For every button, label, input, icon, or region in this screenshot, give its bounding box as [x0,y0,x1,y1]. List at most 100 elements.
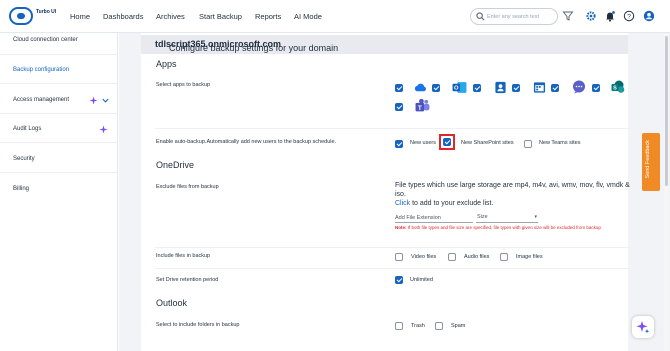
app-checkbox-sharepoint[interactable] [395,103,403,111]
trash-label: Trash [411,323,425,329]
unlimited-retention-checkbox[interactable] [395,276,403,284]
new-sharepoint-sites-label: New SharePoint sites [461,140,514,146]
search-input[interactable] [487,12,555,22]
image-files-checkbox[interactable] [500,253,508,261]
trash-checkbox[interactable] [395,322,403,330]
new-users-checkbox[interactable] [395,140,403,148]
search-box[interactable] [470,8,558,25]
svg-text:S: S [613,86,617,92]
size-select[interactable]: Size ▾ [476,213,538,223]
svg-text:O: O [454,86,459,92]
new-users-label: New users [410,140,436,146]
sidebar-item-backup-configuration[interactable]: Backup configuration [13,67,69,73]
video-files-checkbox[interactable] [395,253,403,261]
chevron-down-icon[interactable] [101,96,110,105]
page-title-prefix: Configure backup settings for your domai… [169,43,339,53]
teams-icon: T [415,98,430,112]
sidebar-item-cloud-connection-center[interactable]: Cloud connection center [13,37,78,43]
settings-icon[interactable] [585,10,597,22]
onedrive-icon [414,83,426,92]
select-apps-label: Select apps to backup [156,82,211,88]
large-file-info-text: File types which use large storage are m… [395,182,630,198]
sharepoint-icon: S [611,80,625,93]
video-files-label: Video files [411,254,437,260]
file-extension-input[interactable] [395,213,473,223]
nav-dashboards[interactable]: Dashboards [103,12,143,21]
outlook-icon: O [452,82,467,93]
spam-checkbox[interactable] [435,322,443,330]
image-files-label: Image files [516,254,543,260]
calendar-icon [533,82,546,93]
sidebar-divider [0,142,118,143]
outlook-section-title: Outlook [156,298,188,308]
page-title: Configure backup settings for your domai… [155,39,338,53]
search-icon [476,12,485,21]
new-teams-sites-checkbox[interactable] [524,140,532,148]
filter-icon[interactable] [562,10,574,22]
app-checkbox-outlook[interactable] [432,84,440,92]
nav-archives[interactable]: Archives [156,12,185,21]
svg-text:T: T [418,105,422,112]
exclude-click-link[interactable]: Click [395,200,410,207]
row-divider [155,247,630,248]
nav-reports[interactable]: Reports [255,12,281,21]
sidebar-item-audit-logs[interactable]: Audit Logs [13,126,41,132]
page-scrollbar[interactable] [664,34,669,351]
nav-start-backup[interactable]: Start Backup [199,12,242,21]
drive-retention-label: Set Drive retention period [156,277,219,283]
sidebar: Cloud connection center Backup configura… [0,33,118,351]
sidebar-item-billing[interactable]: Billing [13,186,29,192]
help-icon[interactable]: ? [623,10,635,22]
app-checkbox-outlook-mail[interactable] [473,84,481,92]
include-folders-label: Select to include folders in backup [156,322,240,328]
exclude-link-rest: to add to your exclude list. [410,200,494,207]
sidebar-divider [0,113,118,114]
svg-text:?: ? [627,13,631,20]
send-feedback-tab[interactable]: Send Feedback [642,133,660,191]
send-feedback-label: Send Feedback [645,140,651,179]
sidebar-divider [0,54,118,55]
new-sharepoint-sites-checkbox[interactable] [443,138,451,146]
scrollbar-thumb[interactable] [665,36,668,186]
chevron-down-icon: ▾ [534,214,537,220]
row-divider [155,128,630,129]
ai-sparkle-icon [636,321,650,334]
app-checkbox-onedrive[interactable] [395,84,403,92]
chat-icon [573,80,585,94]
size-select-value: Size [477,214,488,220]
app-checkbox-contacts[interactable] [512,84,520,92]
sidebar-divider [0,172,118,173]
cloud-logo-icon [9,7,33,25]
nav-home[interactable]: Home [70,12,90,21]
nav-ai-mode[interactable]: AI Mode [294,12,322,21]
note-label: Note: [395,225,407,230]
new-teams-sites-label: New Teams sites [539,140,581,146]
audio-files-label: Audio files [464,254,490,260]
ai-assistant-button[interactable] [632,316,654,338]
ai-sparkle-icon [99,125,108,134]
contacts-icon [495,81,506,94]
brand-name: Turbo UI [36,9,57,15]
sidebar-divider [0,83,118,84]
audio-files-checkbox[interactable] [448,253,456,261]
include-files-label: Include files in backup [156,253,211,259]
bell-icon[interactable] [604,10,616,22]
spam-label: Spam [451,323,466,329]
large-file-info: File types which use large storage are m… [395,181,630,208]
sidebar-item-security[interactable]: Security [13,156,35,162]
note-text: If both file types and file size are spe… [406,225,603,230]
sidebar-item-access-management[interactable]: Access management [13,97,69,103]
turbo-ui-logo[interactable]: Turbo UI [9,6,59,28]
unlimited-retention-label: Unlimited [410,277,433,283]
ai-sparkle-icon [89,96,98,105]
onedrive-section-title: OneDrive [156,160,195,170]
exclude-files-label: Exclude files from backup [156,184,219,190]
app-checkbox-calendar[interactable] [551,84,559,92]
row-divider [155,268,630,269]
user-icon[interactable] [643,10,655,22]
top-header: Turbo UI Home Dashboards Archives Start … [0,0,670,33]
exclude-note: Note: If both file types and file size a… [395,225,630,231]
app-checkbox-chat[interactable] [592,84,600,92]
apps-section-title: Apps [156,59,177,69]
config-title-bar: Configure backup settings for your domai… [141,35,628,54]
